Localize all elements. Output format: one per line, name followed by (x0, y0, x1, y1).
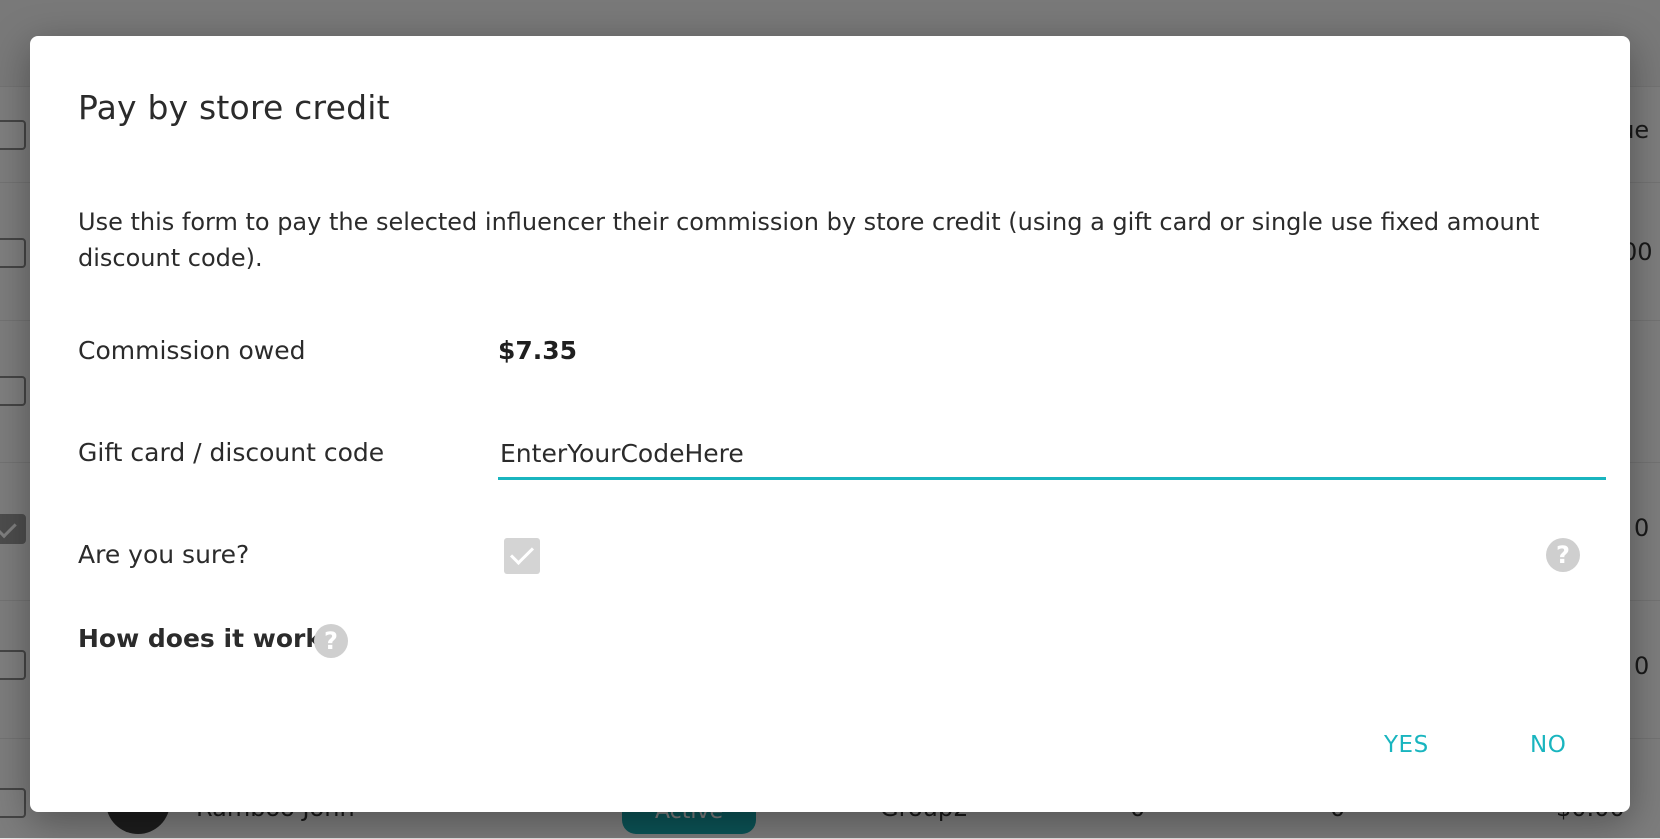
code-input[interactable] (498, 430, 1606, 480)
how-it-works-help-icon[interactable]: ? (314, 624, 348, 658)
commission-owed-value: $7.35 (498, 336, 578, 365)
code-label: Gift card / discount code (78, 438, 385, 467)
how-does-it-work-label: How does it work? (78, 624, 337, 653)
dialog-title: Pay by store credit (78, 88, 390, 127)
dialog-description: Use this form to pay the selected influe… (78, 208, 1540, 272)
yes-button[interactable]: YES (1376, 726, 1437, 764)
confirm-checkbox[interactable] (504, 538, 540, 574)
commission-owed-label: Commission owed (78, 336, 306, 365)
no-button[interactable]: NO (1522, 726, 1574, 764)
help-icon[interactable]: ? (1546, 538, 1580, 572)
confirm-label: Are you sure? (78, 540, 250, 569)
pay-by-store-credit-dialog: Pay by store credit Use this form to pay… (30, 36, 1630, 812)
